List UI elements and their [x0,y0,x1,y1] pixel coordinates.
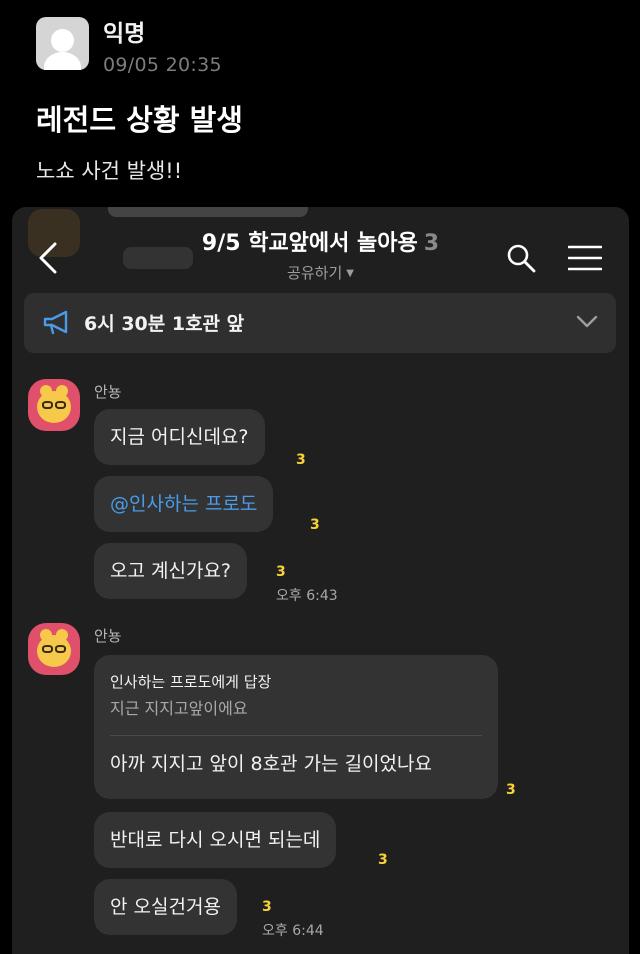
sender-name: 안뇽 [94,383,122,401]
search-icon[interactable] [506,243,536,273]
unread-count: 3 [310,517,320,533]
kakao-character-icon[interactable] [28,623,80,675]
post-author-avatar [36,17,89,70]
reply-bubble[interactable]: 인사하는 프로도에게 답장 지근 지지고앞이에요 아까 지지고 앞이 8호관 가… [94,655,498,799]
post-author: 익명 [103,21,146,47]
share-label: 공유하기 [287,264,343,282]
share-dropdown[interactable]: 공유하기 ▼ [12,262,629,283]
reply-message-text: 아까 지지고 앞이 8호관 가는 길이었나요 [110,753,432,775]
megaphone-icon [43,310,68,335]
reply-quote: 지근 지지고앞이에요 [110,699,248,718]
room-title-text: 9/5 학교앞에서 놀아용 [201,231,418,256]
mention-bubble[interactable]: @인사하는 프로도 [94,476,274,532]
message-timestamp: 오후 6:43 [276,588,338,604]
post-time: 09/05 20:35 [103,54,222,76]
kakao-character-icon[interactable] [28,379,80,431]
chevron-down-icon[interactable] [576,315,598,329]
reply-divider [110,735,482,736]
message-bubble[interactable]: 지금 어디신데요? [94,409,265,465]
unread-count: 3 [506,782,516,798]
notice-banner[interactable]: 6시 30분 1호관 앞 [24,293,616,353]
post-title: 레전드 상황 발생 [36,103,243,137]
menu-icon[interactable] [568,245,602,271]
member-count: 3 [423,231,440,256]
unread-count: 3 [296,452,306,468]
message-bubble[interactable]: 오고 계신가요? [94,543,248,599]
message-bubble[interactable]: 반대로 다시 오시면 되는데 [94,812,337,868]
message-bubble[interactable]: 안 오실건거용 [94,879,237,935]
caret-down-icon: ▼ [346,268,354,279]
unread-count: 3 [276,564,286,580]
sender-name: 안뇽 [94,627,122,645]
default-avatar-icon [51,29,74,52]
unread-count: 3 [262,899,272,915]
unread-count: 3 [378,852,388,868]
reply-header: 인사하는 프로도에게 답장 [110,673,272,691]
chat-room-title: 9/5 학교앞에서 놀아용 3 [12,225,629,257]
post-body: 노쇼 사건 발생!! [36,159,183,183]
chat-screenshot: 9/5 학교앞에서 놀아용 3 공유하기 ▼ 6시 30분 1호관 앞 안뇽 지금 … [12,207,629,954]
message-timestamp: 오후 6:44 [262,923,324,939]
notice-text: 6시 30분 1호관 앞 [84,313,245,335]
